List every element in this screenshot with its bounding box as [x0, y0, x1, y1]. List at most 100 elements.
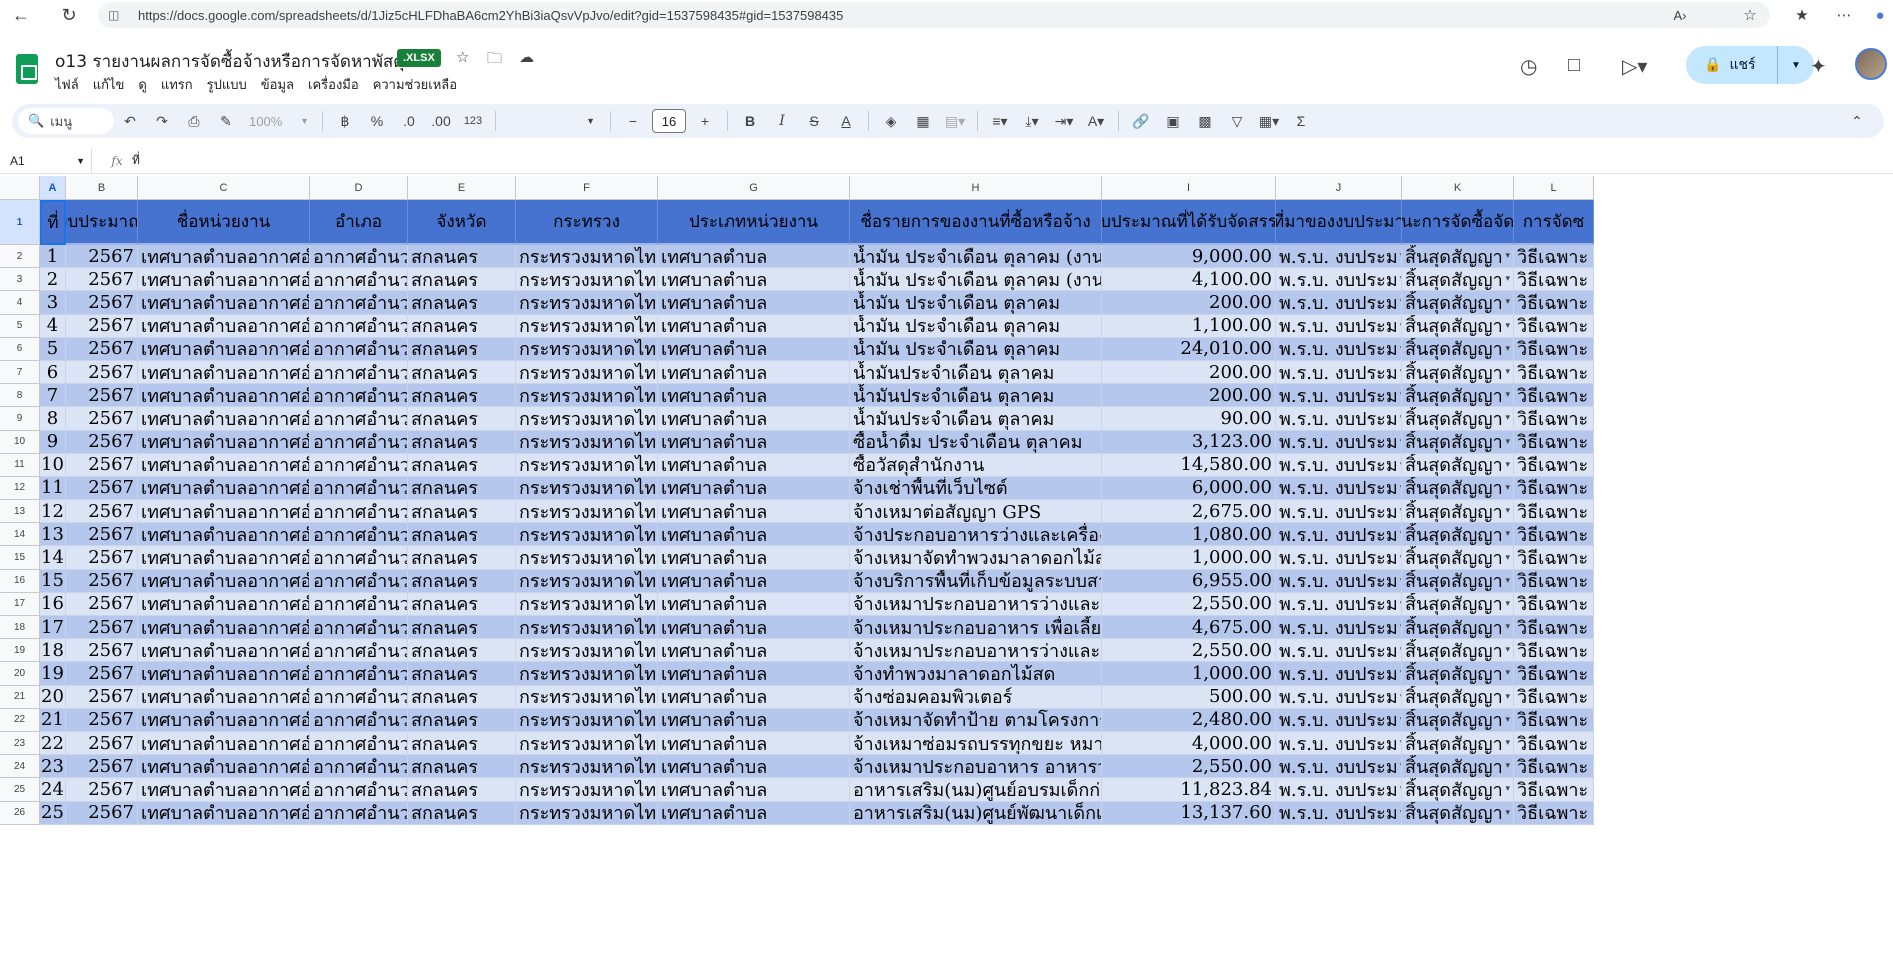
table-cell[interactable]: 500.00 — [1102, 685, 1276, 709]
table-cell[interactable]: ซื้อน้ำดื่ม ประจำเดือน ตุลาคม — [850, 430, 1102, 454]
table-cell[interactable]: กระทรวงมหาดไทย — [516, 569, 658, 593]
column-title-cell[interactable]: กระทรวง — [516, 200, 658, 245]
table-cell[interactable]: อาหารเสริม(นม)ศูนย์อบรมเด็กก่อนเ — [850, 778, 1102, 802]
zoom-select[interactable]: 100% ▼ — [245, 108, 313, 134]
table-cell[interactable]: อากาศอำนวย — [310, 314, 408, 338]
menu-item-data[interactable]: ข้อมูล — [261, 74, 294, 95]
table-cell[interactable]: เทศบาลตำบล — [658, 314, 850, 338]
dropdown-chip-icon[interactable]: ▾ — [1505, 622, 1510, 632]
reload-icon[interactable]: ↻ — [56, 2, 82, 28]
table-cell[interactable]: วิธีเฉพาะ — [1514, 407, 1594, 431]
name-box[interactable]: A1 ▼ — [0, 148, 92, 173]
table-cell[interactable]: สิ้นสุดสัญญา ▾ — [1402, 639, 1514, 663]
table-cell[interactable]: เทศบาลตำบลอากาศอำ — [138, 755, 310, 779]
table-cell[interactable]: กระทรวงมหาดไทย — [516, 268, 658, 292]
table-cell[interactable]: จ้างเหมาประกอบอาหารว่างและเครื่ — [850, 639, 1102, 663]
table-cell[interactable]: สกลนคร — [408, 314, 516, 338]
table-cell[interactable]: สกลนคร — [408, 360, 516, 385]
table-cell[interactable]: เทศบาลตำบล — [658, 685, 850, 709]
table-cell[interactable]: วิธีเฉพาะ — [1514, 569, 1594, 593]
table-cell[interactable]: 2567 — [66, 407, 138, 431]
table-cell[interactable]: 2567 — [66, 268, 138, 292]
table-cell[interactable]: วิธีเฉพาะ — [1514, 268, 1594, 292]
comments-icon[interactable]: □ — [1568, 54, 1580, 77]
more-formats-button[interactable]: 123 — [460, 108, 486, 134]
table-cell[interactable]: สกลนคร — [408, 755, 516, 779]
table-cell[interactable]: เทศบาลตำบล — [658, 755, 850, 779]
table-cell[interactable]: 4,675.00 — [1102, 616, 1276, 640]
site-info-icon[interactable]: ◫ — [108, 8, 126, 22]
table-cell[interactable]: เทศบาลตำบล — [658, 592, 850, 616]
fill-color-icon[interactable]: ◈ — [878, 108, 904, 134]
table-cell[interactable]: เทศบาลตำบล — [658, 708, 850, 732]
table-cell[interactable]: 17 — [40, 616, 66, 640]
table-cell[interactable]: เทศบาลตำบลอากาศอำ — [138, 546, 310, 570]
table-cell[interactable]: สกลนคร — [408, 546, 516, 570]
table-cell[interactable]: วิธีเฉพาะ — [1514, 755, 1594, 779]
table-cell[interactable]: 11 — [40, 476, 66, 501]
table-cell[interactable]: พ.ร.บ. งบประม▾ — [1276, 245, 1402, 269]
table-cell[interactable]: เทศบาลตำบล — [658, 476, 850, 501]
dropdown-chip-icon[interactable]: ▾ — [1505, 692, 1510, 702]
table-cell[interactable]: พ.ร.บ. งบประม▾ — [1276, 755, 1402, 779]
table-cell[interactable]: เทศบาลตำบลอากาศอำ — [138, 708, 310, 732]
table-cell[interactable]: อากาศอำนวย — [310, 500, 408, 524]
column-title-cell[interactable]: การจัดซ — [1514, 200, 1594, 245]
row-header[interactable]: 6 — [0, 337, 40, 361]
font-family-select[interactable]: ▼ — [505, 108, 601, 134]
table-cell[interactable]: กระทรวงมหาดไทย — [516, 245, 658, 269]
table-cell[interactable]: 8 — [40, 407, 66, 431]
table-cell[interactable]: พ.ร.บ. งบประม▾ — [1276, 662, 1402, 686]
star-icon[interactable]: ☆ — [456, 48, 469, 66]
table-cell[interactable]: เทศบาลตำบล — [658, 639, 850, 663]
table-cell[interactable]: 1,000.00 — [1102, 662, 1276, 686]
dropdown-chip-icon[interactable]: ▾ — [1505, 645, 1510, 655]
table-cell[interactable]: 20 — [40, 685, 66, 709]
decrease-font-size-icon[interactable]: − — [620, 108, 646, 134]
functions-icon[interactable]: Σ — [1288, 108, 1314, 134]
avatar[interactable] — [1855, 48, 1887, 80]
table-cell[interactable]: สกลนคร — [408, 569, 516, 593]
table-cell[interactable]: สกลนคร — [408, 337, 516, 361]
table-cell[interactable]: กระทรวงมหาดไทย — [516, 360, 658, 385]
table-cell[interactable]: สิ้นสุดสัญญา ▾ — [1402, 314, 1514, 338]
table-cell[interactable]: อากาศอำนวย — [310, 639, 408, 663]
table-cell[interactable]: วิธีเฉพาะ — [1514, 616, 1594, 640]
horizontal-align-icon[interactable]: ≡▾ — [987, 108, 1013, 134]
table-cell[interactable]: พ.ร.บ. งบประม▾ — [1276, 801, 1402, 825]
table-cell[interactable]: สกลนคร — [408, 639, 516, 663]
copilot-icon[interactable]: ● — [1870, 2, 1890, 28]
address-bar[interactable]: ◫ https://docs.google.com/spreadsheets/d… — [98, 2, 1770, 28]
table-cell[interactable]: เทศบาลตำบล — [658, 778, 850, 802]
table-cell[interactable]: สกลนคร — [408, 685, 516, 709]
column-title-cell[interactable]: ที่มาของงบประมา — [1276, 200, 1402, 245]
menu-item-format[interactable]: รูปแบบ — [207, 74, 247, 95]
table-cell[interactable]: วิธีเฉพาะ — [1514, 337, 1594, 361]
table-cell[interactable]: เทศบาลตำบล — [658, 500, 850, 524]
column-header[interactable]: F — [516, 176, 658, 200]
row-header[interactable]: 15 — [0, 546, 40, 570]
table-cell[interactable]: สิ้นสุดสัญญา ▾ — [1402, 592, 1514, 616]
table-cell[interactable]: 2567 — [66, 616, 138, 640]
column-header[interactable]: D — [310, 176, 408, 200]
column-header[interactable]: G — [658, 176, 850, 200]
table-cell[interactable]: สกลนคร — [408, 291, 516, 315]
table-cell[interactable]: 2567 — [66, 731, 138, 756]
collapse-menus-icon[interactable]: ⌃ — [1844, 108, 1870, 134]
table-cell[interactable]: กระทรวงมหาดไทย — [516, 291, 658, 315]
table-cell[interactable]: อากาศอำนวย — [310, 685, 408, 709]
table-cell[interactable]: สกลนคร — [408, 407, 516, 431]
column-title-cell[interactable]: ที่ — [40, 200, 66, 245]
table-cell[interactable]: สิ้นสุดสัญญา ▾ — [1402, 616, 1514, 640]
table-cell[interactable]: กระทรวงมหาดไทย — [516, 685, 658, 709]
table-cell[interactable]: สิ้นสุดสัญญา ▾ — [1402, 546, 1514, 570]
menu-item-file[interactable]: ไฟล์ — [55, 74, 79, 95]
dropdown-chip-icon[interactable]: ▾ — [1505, 576, 1510, 586]
version-history-icon[interactable]: ◷ — [1520, 54, 1537, 79]
table-cell[interactable]: จ้างเหมาประกอบอาหาร อาหารว่าง — [850, 755, 1102, 779]
table-cell[interactable]: เทศบาลตำบลอากาศอำ — [138, 731, 310, 756]
table-cell[interactable]: สิ้นสุดสัญญา ▾ — [1402, 685, 1514, 709]
table-cell[interactable]: อากาศอำนวย — [310, 731, 408, 756]
table-cell[interactable]: กระทรวงมหาดไทย — [516, 592, 658, 616]
table-cell[interactable]: เทศบาลตำบล — [658, 569, 850, 593]
